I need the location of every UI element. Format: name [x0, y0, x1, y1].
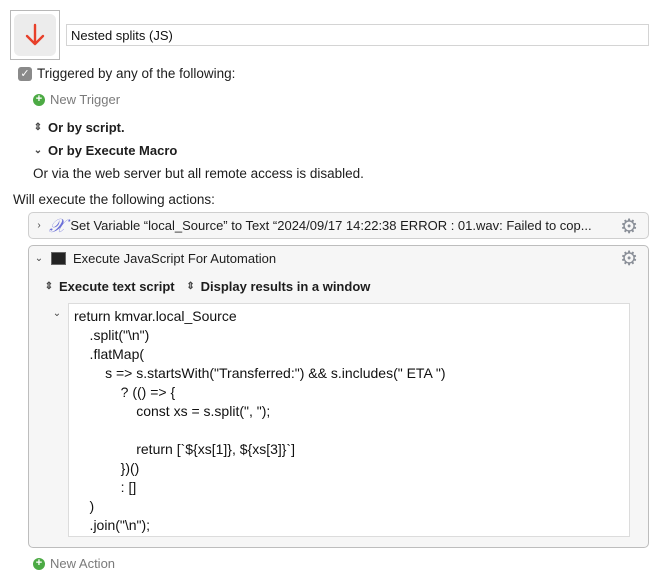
code-line: .flatMap( — [74, 346, 145, 362]
results-mode-label: Display results in a window — [200, 279, 371, 294]
results-mode-popup[interactable]: ⇕ Display results in a window — [186, 279, 371, 294]
gear-clock-icon[interactable]: ⚙ — [620, 246, 638, 271]
updown-chevron-icon: ⇕ — [44, 281, 54, 292]
code-line: const xs = s.split(", "); — [74, 403, 271, 419]
code-line: ? (() => { — [74, 384, 176, 400]
code-line: return kmvar.local_Source — [74, 308, 237, 324]
gear-icon[interactable]: ⚙ — [620, 214, 638, 239]
updown-chevron-icon: ⇕ — [33, 122, 43, 133]
macro-icon-well[interactable] — [10, 10, 60, 60]
code-line: return [`${xs[1]}, ${xs[3]}`] — [74, 441, 295, 457]
action-title: Execute JavaScript For Automation — [73, 251, 277, 266]
code-collapse-chevron-icon[interactable]: ⌄ — [52, 308, 62, 319]
actions-heading: Will execute the following actions: — [13, 192, 215, 207]
execute-mode-popup[interactable]: ⇕ Execute text script — [44, 279, 175, 294]
new-trigger-button[interactable]: + New Trigger — [33, 92, 120, 107]
triggered-label: Triggered by any of the following: — [37, 66, 236, 81]
chevron-down-icon[interactable]: ⌄ — [34, 253, 44, 264]
new-trigger-label: New Trigger — [50, 92, 121, 107]
or-by-script-toggle[interactable]: ⇕ Or by script. — [33, 120, 125, 135]
or-by-execute-macro-label: Or by Execute Macro — [48, 143, 178, 158]
action-title: Set Variable “local_Source” to Text “202… — [70, 218, 592, 233]
script-editor[interactable]: return kmvar.local_Source .split("\n") .… — [68, 303, 630, 537]
code-line: s => s.startsWith("Transferred:") && s.i… — [74, 365, 446, 381]
code-line: .split("\n") — [74, 327, 150, 343]
code-line: .join("\n"); — [74, 517, 151, 533]
triggered-checkbox[interactable]: ✓ — [18, 66, 32, 81]
new-action-button[interactable]: + New Action — [33, 556, 115, 571]
triggered-checkbox-row[interactable]: ✓ Triggered by any of the following: — [18, 66, 235, 81]
web-server-note: Or via the web server but all remote acc… — [33, 166, 364, 181]
variable-x-icon: 𝒳 — [49, 214, 66, 237]
terminal-icon — [51, 252, 66, 265]
macro-name-field[interactable]: Nested splits (JS) — [66, 24, 649, 46]
down-arrow-icon — [25, 23, 45, 46]
plus-icon: + — [33, 93, 45, 106]
code-line: })() — [74, 460, 140, 476]
new-action-label: New Action — [50, 556, 116, 571]
or-by-script-label: Or by script. — [48, 120, 125, 135]
chevron-right-icon[interactable]: › — [34, 220, 44, 231]
plus-icon: + — [33, 557, 45, 570]
code-line: ) — [74, 498, 95, 514]
chevron-down-icon: ⌄ — [33, 145, 43, 156]
execute-mode-label: Execute text script — [59, 279, 175, 294]
code-line: : [] — [74, 479, 137, 495]
action-set-variable[interactable]: › 𝒳 Set Variable “local_Source” to Text … — [28, 212, 649, 239]
updown-chevron-icon: ⇕ — [186, 281, 195, 292]
or-by-execute-macro-toggle[interactable]: ⌄ Or by Execute Macro — [33, 143, 178, 158]
